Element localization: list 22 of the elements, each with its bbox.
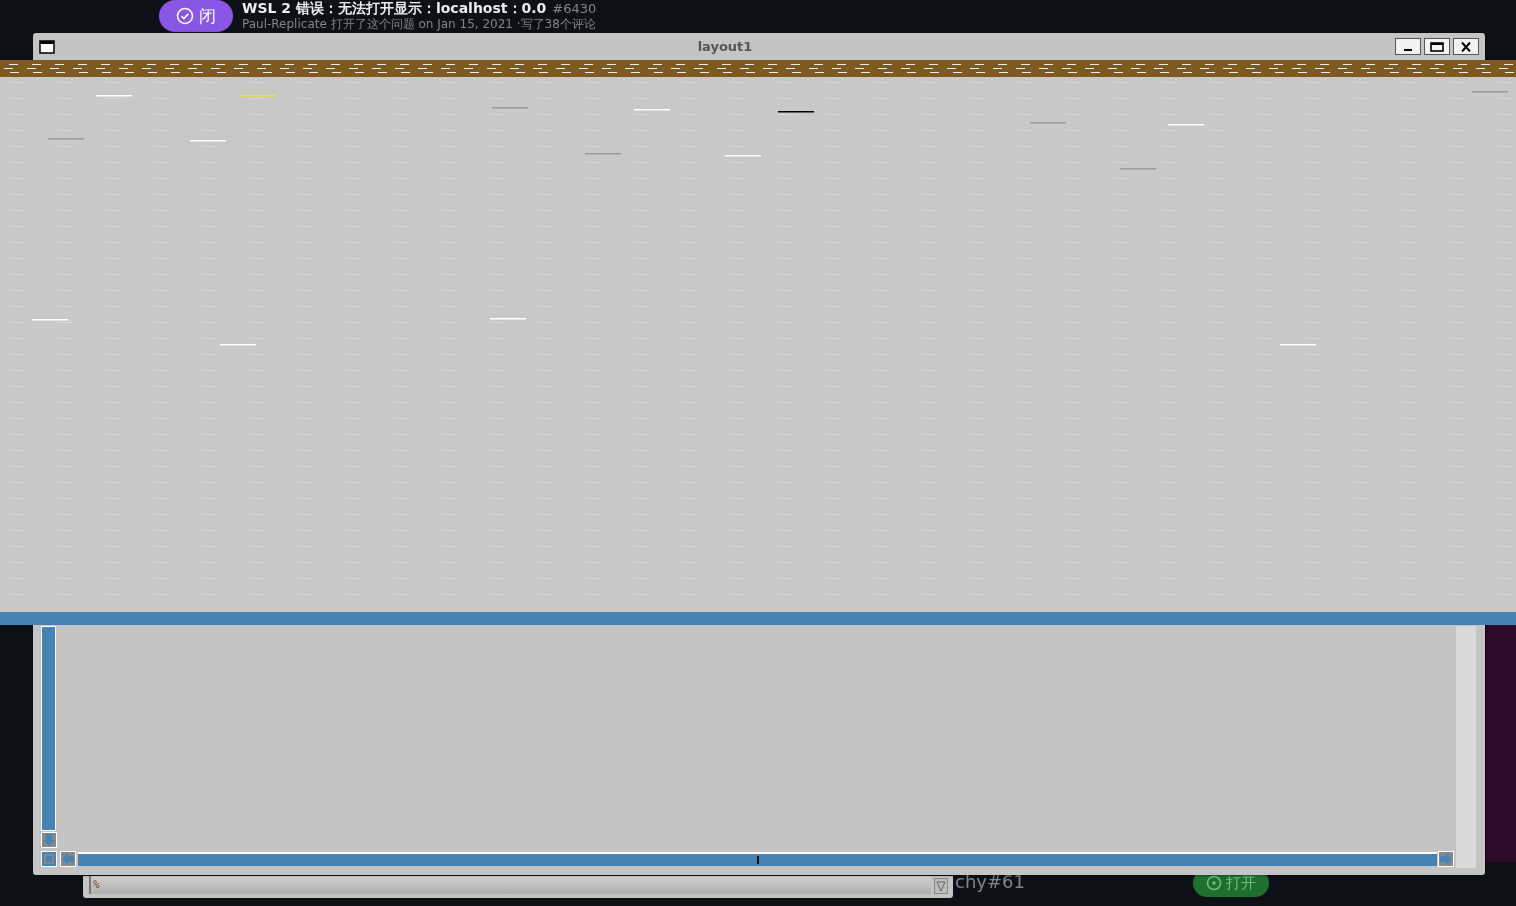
maximize-icon <box>1430 41 1444 52</box>
close-button[interactable] <box>1453 38 1479 55</box>
horizontal-scrollbar[interactable] <box>78 852 1437 866</box>
issue-meta: Paul-Replicate 打开了这个问题 on Jan 15, 2021 ·写了38个评论 <box>242 17 596 32</box>
close-icon <box>1460 41 1472 52</box>
reference-link[interactable]: chy#61 <box>955 871 1025 892</box>
down-arrow-icon <box>41 832 57 848</box>
issue-state-badge: 闭 <box>159 0 233 32</box>
right-arrow-icon <box>1438 851 1454 867</box>
circle-dot-icon <box>1206 875 1222 891</box>
maximize-button[interactable] <box>1424 38 1450 55</box>
square-icon <box>41 851 57 867</box>
check-circle-icon <box>176 7 194 25</box>
vertical-scrollbar[interactable] <box>41 626 56 831</box>
issue-number: #6430 <box>552 1 597 17</box>
minimize-icon <box>1404 49 1412 51</box>
window-icon <box>39 39 55 54</box>
console-field[interactable]: % <box>89 876 931 894</box>
left-arrow-icon <box>60 851 76 867</box>
issue-title[interactable]: WSL 2 错误：无法打开显示：localhost：0.0 <box>242 0 547 16</box>
window-title: layout1 <box>696 39 754 54</box>
minimize-button[interactable] <box>1395 38 1421 55</box>
